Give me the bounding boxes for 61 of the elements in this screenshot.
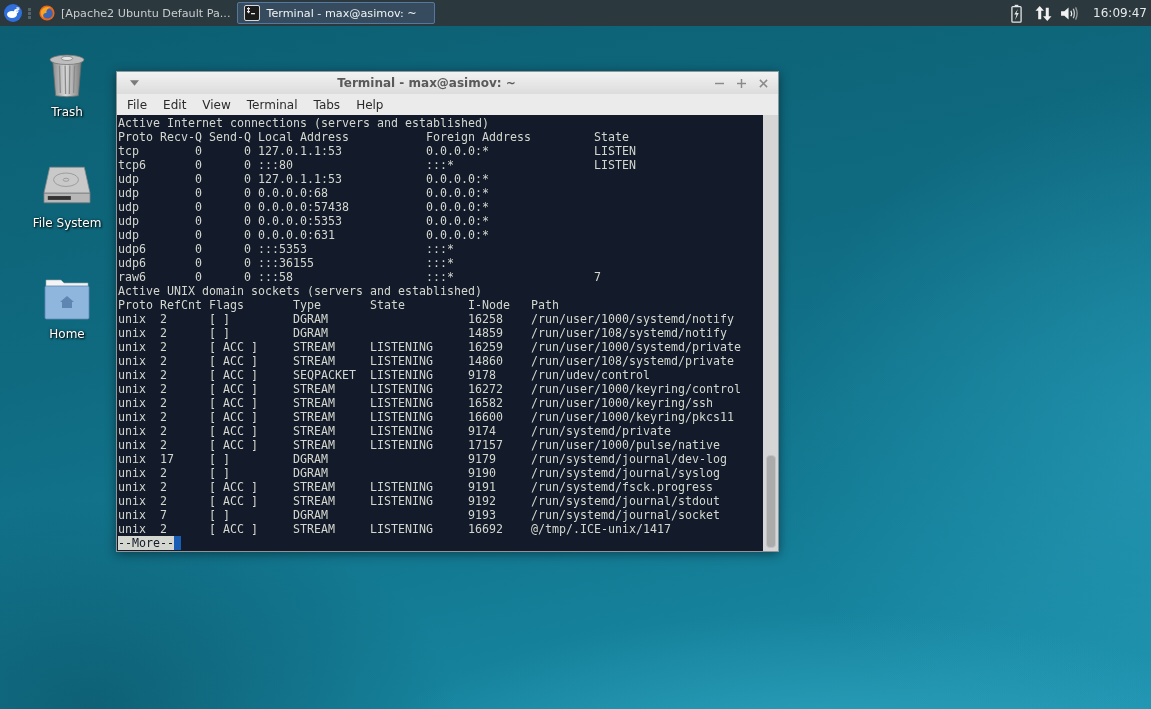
menu-item[interactable]: Terminal	[238, 94, 306, 115]
menu-item[interactable]: File	[119, 94, 156, 115]
network-arrows-icon[interactable]	[1035, 4, 1053, 22]
desktop-shortcut[interactable]: Trash	[24, 48, 110, 119]
terminal-line: Proto RefCnt Flags Type State I-Node Path	[118, 298, 560, 312]
terminal-line: unix 2 [ ] DGRAM 9190 /run/systemd/journal/syslog	[118, 466, 721, 480]
taskbar-button[interactable]: Terminal - max@asimov: ~	[237, 2, 436, 24]
terminal-line: udp6 0 0 :::36155 :::*	[118, 256, 455, 270]
mouse-logo-icon	[4, 4, 22, 22]
scrollbar-thumb[interactable]	[765, 455, 776, 548]
desktop-shortcut[interactable]: File System	[24, 159, 110, 230]
terminal-line: unix 2 [ ] DGRAM 16258 /run/user/1000/systemd/notify	[118, 312, 735, 326]
terminal-line: unix 2 [ ACC ] STREAM LISTENING 14860 /run/user/108/systemd/private	[118, 354, 735, 368]
terminal-line: unix 7 [ ] DGRAM 9193 /run/systemd/journal/socket	[118, 508, 721, 522]
terminal-line: raw6 0 0 :::58 :::* 7	[118, 270, 602, 284]
menu-item[interactable]: Edit	[155, 94, 195, 115]
menu-item[interactable]: Help	[348, 94, 392, 115]
terminal-line: unix 2 [ ACC ] STREAM LISTENING 9192 /run/systemd/journal/stdout	[118, 494, 721, 508]
app-menu-button[interactable]	[4, 4, 22, 22]
terminal-line: udp 0 0 0.0.0.0:68 0.0.0.0:*	[118, 186, 490, 200]
terminal-line: unix 2 [ ACC ] SEQPACKET LISTENING 9178 /run/udev/control	[118, 368, 651, 382]
menu-item[interactable]: View	[194, 94, 239, 115]
close-icon	[758, 78, 768, 88]
hard-drive-icon	[43, 166, 91, 205]
desktop-shortcut[interactable]: Home	[24, 270, 110, 341]
terminal-line: unix 2 [ ACC ] STREAM LISTENING 16600 /run/user/1000/keyring/pkcs11	[118, 410, 735, 424]
trash-can-icon	[49, 52, 85, 98]
terminal-line: Active UNIX domain sockets (servers and established)	[118, 284, 483, 298]
plus-icon	[736, 78, 746, 88]
battery-icon[interactable]	[1011, 3, 1023, 23]
terminal-line: unix 2 [ ACC ] STREAM LISTENING 16582 /run/user/1000/keyring/ssh	[118, 396, 714, 410]
terminal-line: Active Internet connections (servers and established)	[118, 116, 490, 130]
home-folder-icon	[44, 276, 90, 320]
terminal-line: unix 2 [ ACC ] STREAM LISTENING 16692 @/tmp/.ICE-unix/1417	[118, 522, 672, 536]
terminal-icon	[244, 5, 261, 21]
terminal-line: udp 0 0 0.0.0.0:631 0.0.0.0:*	[118, 228, 490, 242]
terminal-line: unix 2 [ ACC ] STREAM LISTENING 9174 /run/systemd/private	[118, 424, 672, 438]
cursor-icon	[174, 536, 181, 550]
globe-icon	[39, 5, 55, 21]
terminal-line: unix 2 [ ACC ] STREAM LISTENING 16272 /run/user/1000/keyring/control	[118, 382, 742, 396]
scrollbar-track[interactable]	[763, 115, 778, 551]
volume-icon[interactable]	[1060, 5, 1080, 21]
menu-item[interactable]: Tabs	[305, 94, 349, 115]
pager-prompt: --More--	[118, 536, 174, 550]
terminal-line: Proto Recv-Q Send-Q Local Address Foreign Address State	[118, 130, 630, 144]
terminal-line: unix 2 [ ACC ] STREAM LISTENING 9191 /run/systemd/fsck.progress	[118, 480, 714, 494]
window-title: Terminal - max@asimov: ~	[336, 76, 517, 90]
terminal-line: unix 2 [ ACC ] STREAM LISTENING 16259 /run/user/1000/systemd/private	[118, 340, 742, 354]
terminal-line: unix 2 [ ] DGRAM 14859 /run/user/108/systemd/notify	[118, 326, 728, 340]
terminal-line: tcp 0 0 127.0.1.1:53 0.0.0.0:* LISTEN	[118, 144, 637, 158]
taskbar-button[interactable]: [Apache2 Ubuntu Default Pa...	[32, 2, 238, 24]
terminal-line: unix 17 [ ] DGRAM 9179 /run/systemd/journal/dev-log	[118, 452, 728, 466]
terminal-line: unix 2 [ ACC ] STREAM LISTENING 17157 /run/user/1000/pulse/native	[118, 438, 721, 452]
terminal-line: udp 0 0 0.0.0.0:57438 0.0.0.0:*	[118, 200, 490, 214]
clock[interactable]: 16:09:47	[1093, 6, 1147, 20]
terminal-line: udp 0 0 0.0.0.0:5353 0.0.0.0:*	[118, 214, 490, 228]
terminal-line: tcp6 0 0 :::80 :::* LISTEN	[118, 158, 637, 172]
terminal-line: udp6 0 0 :::5353 :::*	[118, 242, 455, 256]
caret-icon	[129, 80, 139, 86]
terminal-line: udp 0 0 127.0.1.1:53 0.0.0.0:*	[118, 172, 490, 186]
drag-handle-icon[interactable]	[28, 7, 31, 19]
